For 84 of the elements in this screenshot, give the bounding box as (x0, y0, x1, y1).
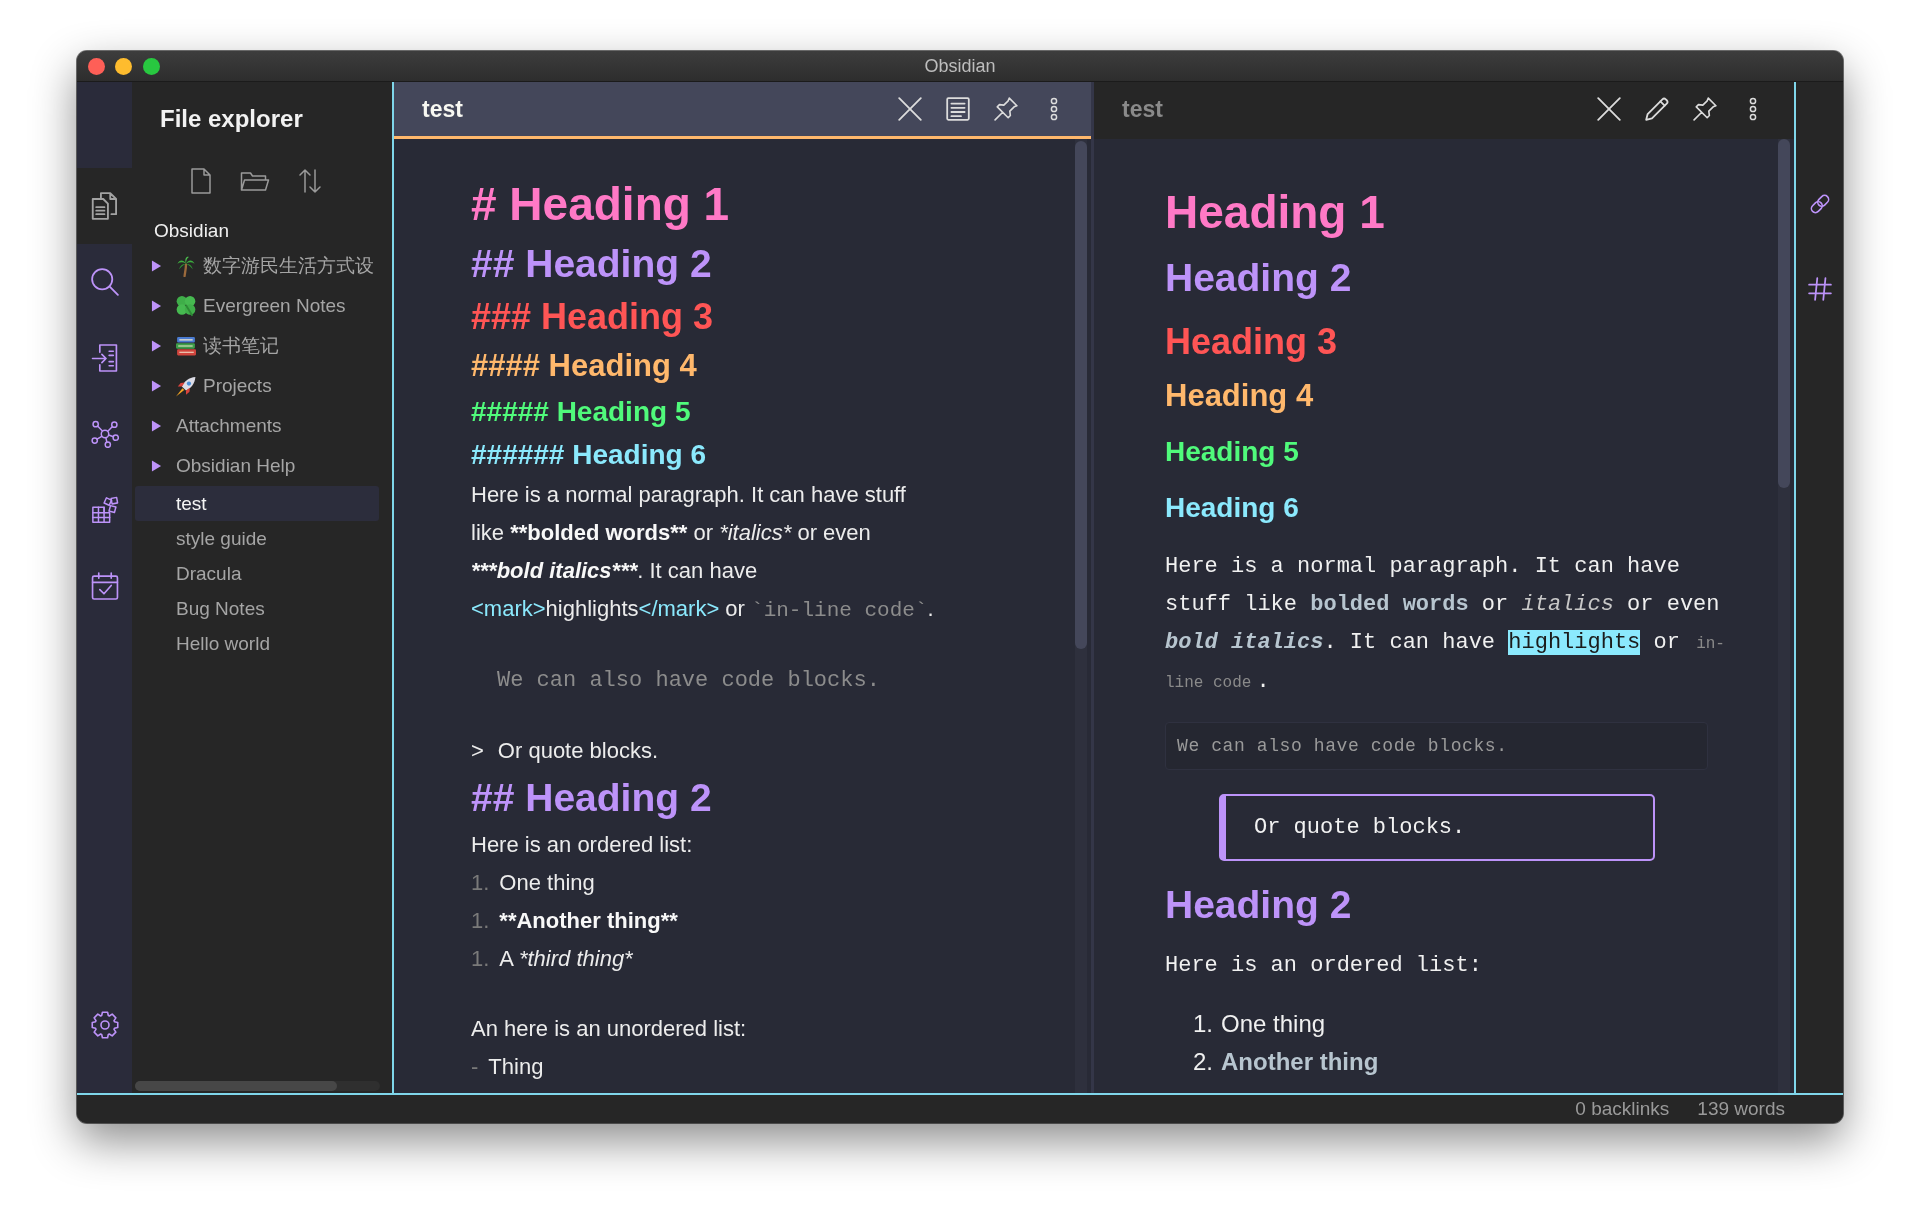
backlinks-count[interactable]: 0 backlinks (1575, 1098, 1670, 1120)
pencil-icon[interactable] (1645, 97, 1669, 121)
pane-title[interactable]: test (1122, 95, 1163, 123)
file-item[interactable]: style guide (135, 521, 379, 556)
folder-icon[interactable] (240, 170, 270, 192)
file-item[interactable]: test (135, 486, 379, 521)
heading: Heading 1 (1165, 185, 1385, 240)
file-item[interactable]: Bug Notes (135, 591, 379, 626)
heading: ### Heading 3 (471, 295, 714, 339)
document-lines-icon[interactable] (946, 97, 970, 121)
folder-item[interactable]: 读书笔记 (135, 326, 379, 366)
folder-item[interactable]: Obsidian Help (135, 446, 379, 486)
heading: Heading 5 (1165, 435, 1299, 469)
clover-icon (176, 295, 196, 317)
paragraph: An here is an unordered list: (471, 1015, 747, 1043)
caret-icon[interactable] (151, 340, 162, 352)
folder-item[interactable]: Attachments (135, 406, 379, 446)
palm-tree-icon (176, 255, 196, 277)
list-item: 1. A *third thing* (471, 945, 633, 973)
window-zoom-icon[interactable] (142, 57, 160, 75)
scrollbar-thumb[interactable] (1778, 139, 1790, 488)
paragraph: Here is a normal paragraph. It can have stuff like bolded words or italics or even bold italics. It can have highlights or in-line code . (1165, 553, 1726, 696)
hash-icon[interactable] (1807, 277, 1832, 301)
window-minimize-icon[interactable] (115, 57, 132, 75)
pin-icon[interactable] (994, 97, 1018, 121)
list-item: 2. Another thing (1193, 1047, 1379, 1077)
panel-title: File explorer (159, 104, 303, 134)
close-icon[interactable] (898, 97, 922, 121)
graph-icon (90, 420, 119, 448)
list-item: 1. One thing (471, 869, 595, 897)
books-icon (176, 335, 196, 357)
window-close-icon[interactable] (87, 57, 105, 75)
heading: ## Heading 2 (471, 775, 712, 821)
paragraph: Here is an ordered list: (471, 831, 693, 859)
more-icon[interactable] (1749, 97, 1757, 121)
pane-title[interactable]: test (422, 95, 463, 123)
ribbon-tab[interactable] (77, 168, 132, 244)
vault-name: Obsidian (154, 219, 229, 243)
caret-icon[interactable] (151, 420, 162, 432)
heading: ##### Heading 5 (471, 395, 691, 429)
scrollbar-thumb[interactable] (135, 1081, 337, 1091)
list-item: 1. **Another thing** (471, 907, 678, 935)
caret-icon[interactable] (151, 460, 162, 472)
caret-icon[interactable] (151, 260, 162, 272)
heading: #### Heading 4 (471, 347, 697, 385)
note-editor[interactable] (394, 139, 1091, 1093)
heading: Heading 3 (1165, 320, 1338, 364)
folder-item[interactable]: Projects (135, 366, 379, 406)
list-item: 1. One thing (1193, 1009, 1326, 1039)
paragraph: Here is an ordered list: (1165, 952, 1482, 980)
heading: Heading 6 (1165, 491, 1299, 525)
quote-line: > Or quote blocks. (471, 737, 659, 765)
scrollbar-thumb[interactable] (1075, 141, 1087, 649)
list-item: - Thing (471, 1053, 544, 1081)
document-arrow-icon (90, 344, 119, 372)
search-icon (90, 268, 119, 296)
heading: ###### Heading 6 (471, 438, 707, 472)
paragraph: Here is a normal paragraph. It can have stuff like **bolded words** or *italics* or even ***bold italics***. It can have <mark>highlights</mark> or `in-line code`. (471, 481, 935, 624)
blockquote: Or quote blocks. (1219, 794, 1655, 861)
files-icon (90, 192, 119, 220)
sort-icon[interactable] (299, 169, 321, 193)
new-note-icon[interactable] (191, 168, 211, 194)
folder-item[interactable]: 数字游民生活方式设 (135, 246, 379, 286)
file-item[interactable]: Dracula (135, 556, 379, 591)
heading: # Heading 1 (471, 177, 730, 232)
folder-item[interactable]: Evergreen Notes (135, 286, 379, 326)
rocket-icon (176, 375, 196, 397)
blocks-icon (90, 496, 119, 524)
heading: Heading 2 (1165, 882, 1352, 928)
more-icon[interactable] (1050, 97, 1058, 121)
window-title: Obsidian (924, 55, 996, 77)
caret-icon[interactable] (151, 300, 162, 312)
file-item[interactable]: Hello world (135, 626, 379, 661)
heading: ## Heading 2 (471, 241, 712, 287)
code-block: We can also have code blocks. (1165, 722, 1708, 770)
heading: Heading 4 (1165, 377, 1314, 415)
close-icon[interactable] (1597, 97, 1621, 121)
heading: Heading 2 (1165, 255, 1352, 301)
code-line: We can also have code blocks. (497, 667, 880, 695)
settings-icon[interactable] (90, 1011, 119, 1039)
word-count: 139 words (1697, 1098, 1785, 1120)
caret-icon[interactable] (151, 380, 162, 392)
pin-icon[interactable] (1693, 97, 1717, 121)
calendar-check-icon (90, 572, 119, 600)
